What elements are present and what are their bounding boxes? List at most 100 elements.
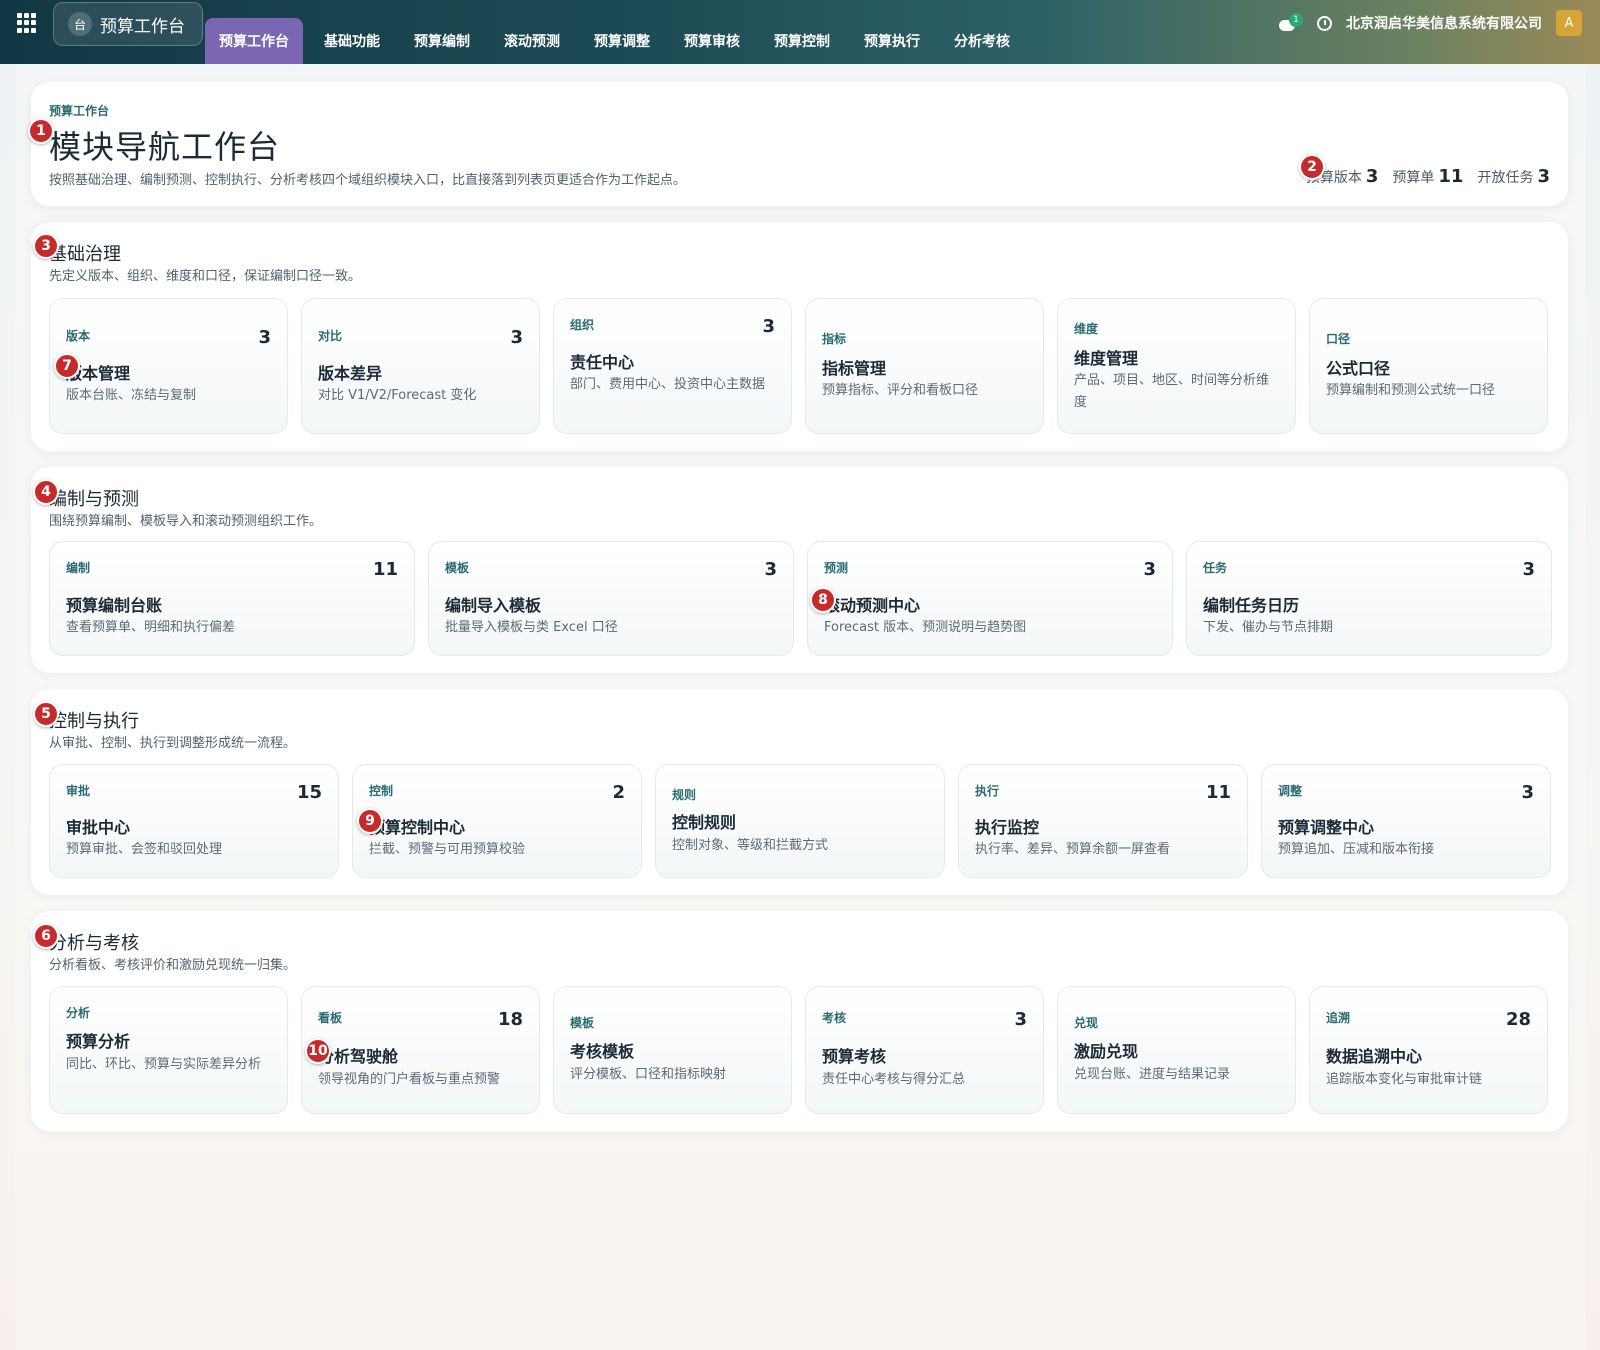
annotation-marker-4: 4 [33,479,59,505]
tile-adjustment-center[interactable]: 调整 3 预算调整中心 预算追加、压减和版本衔接 [1261,764,1551,878]
tab-budget-adjustment[interactable]: 预算调整 [581,18,663,64]
clock-icon[interactable] [1317,15,1332,31]
tile-formula-caliber[interactable]: 口径 公式口径 预算编制和预测公式统一口径 [1309,298,1548,434]
tile-description: Forecast 版本、预测说明与趋势图 [824,620,1027,635]
tile-description: 兑现台账、进度与结果记录 [1074,1067,1231,1082]
tile-tag: 口径 [1326,332,1351,346]
tile-name: 审批中心 [66,818,131,837]
breadcrumb[interactable]: 预算工作台 [49,102,109,119]
stat-budget-orders: 预算单 11 [1392,166,1464,187]
tile-description: 控制对象、等级和拦截方式 [672,838,829,853]
tile-preparation-ledger[interactable]: 编制 11 预算编制台账 查看预算单、明细和执行偏差 [49,541,415,656]
page-title: 模块导航工作台 [49,128,281,166]
tile-tag: 考核 [822,1011,847,1025]
tile-tag: 分析 [66,1006,91,1020]
tile-tag: 看板 [318,1011,343,1025]
tile-description: 领导视角的门户看板与重点预警 [318,1072,501,1087]
module-tiles: 分析 预算分析 同比、环比、预算与实际差异分析 看板 18 分析驾驶舱 领导视角… [49,986,1548,1114]
tab-basic-functions[interactable]: 基础功能 [311,18,393,64]
section-title: 分析与考核 [49,933,139,954]
tile-description: 版本台账、冻结与复制 [66,388,197,403]
tile-description: 执行率、差异、预算余额一屏查看 [975,842,1171,857]
tile-count: 3 [1521,782,1534,803]
tile-tag: 指标 [822,332,847,346]
tile-count: 11 [372,559,398,580]
annotation-marker-6: 6 [33,923,59,949]
tile-count: 3 [1143,559,1156,580]
tile-name: 预算编制台账 [66,596,163,615]
tab-budget-preparation[interactable]: 预算编制 [401,18,483,64]
tile-data-trace-center[interactable]: 追溯 28 数据追溯中心 追踪版本变化与审批审计链 [1309,986,1548,1114]
tile-approval-center[interactable]: 审批 15 审批中心 预算审批、会签和驳回处理 [49,764,339,878]
tile-budget-control-center[interactable]: 控制 2 预算控制中心 拦截、预警与可用预算校验 [352,764,642,878]
tile-tag: 版本 [66,329,91,343]
tile-description: 同比、环比、预算与实际差异分析 [66,1057,262,1072]
tile-tag: 预测 [824,561,849,575]
tile-count: 3 [258,327,271,348]
tile-description: 评分模板、口径和指标映射 [570,1067,727,1082]
tile-tag: 规则 [672,788,697,802]
tile-execution-monitor[interactable]: 执行 11 执行监控 执行率、差异、预算余额一屏查看 [958,764,1248,878]
tile-tag: 维度 [1074,322,1099,336]
tile-assessment-template[interactable]: 模板 考核模板 评分模板、口径和指标映射 [553,986,792,1114]
tile-indicator-management[interactable]: 指标 指标管理 预算指标、评分和看板口径 [805,298,1044,434]
tile-count: 11 [1205,782,1231,803]
tile-dimension-management[interactable]: 维度 维度管理 产品、项目、地区、时间等分析维度 [1057,298,1296,434]
tile-tag: 追溯 [1326,1011,1351,1025]
tile-version-management[interactable]: 版本 3 版本管理 版本台账、冻结与复制 [49,298,288,434]
tile-count: 15 [296,782,322,803]
tile-tag: 执行 [975,784,1000,798]
tile-name: 预算调整中心 [1278,818,1375,837]
tab-budget-review[interactable]: 预算审核 [671,18,753,64]
tile-task-calendar[interactable]: 任务 3 编制任务日历 下发、催办与节点排期 [1186,541,1552,656]
app-grid-icon[interactable] [17,13,37,33]
top-navigation-bar: 台 预算工作台 预算工作台 基础功能 预算编制 滚动预测 预算调整 预算审核 预… [0,0,1600,64]
tile-name: 编制导入模板 [445,596,542,615]
tile-tag: 模板 [570,1016,595,1030]
tile-description: 拦截、预警与可用预算校验 [369,842,526,857]
workbench-header-card: 预算工作台 模块导航工作台 按照基础治理、编制预测、控制执行、分析考核四个域组织… [31,82,1568,206]
section-description: 分析看板、考核评价和激励兑现统一归集。 [49,958,297,973]
section-analysis-assessment: 分析与考核 分析看板、考核评价和激励兑现统一归集。 分析 预算分析 同比、环比、… [31,911,1568,1131]
tile-incentive-fulfillment[interactable]: 兑现 激励兑现 兑现台账、进度与结果记录 [1057,986,1296,1114]
tile-name: 预算考核 [822,1047,887,1066]
section-description: 围绕预算编制、模板导入和滚动预测组织工作。 [49,514,323,529]
tile-control-rules[interactable]: 规则 控制规则 控制对象、等级和拦截方式 [655,764,945,878]
tile-responsibility-center[interactable]: 组织 3 责任中心 部门、费用中心、投资中心主数据 [553,298,792,434]
tile-version-diff[interactable]: 对比 3 版本差异 对比 V1/V2/Forecast 变化 [301,298,540,434]
tile-name: 数据追溯中心 [1326,1047,1423,1066]
tile-name: 维度管理 [1074,349,1139,368]
chat-icon[interactable]: 1 [1277,12,1303,34]
tile-tag: 审批 [66,784,91,798]
annotation-marker-8: 8 [810,587,836,613]
tile-tag: 组织 [570,318,595,332]
tile-description: 部门、费用中心、投资中心主数据 [570,377,766,392]
company-name[interactable]: 北京润启华美信息系统有限公司 [1346,13,1542,33]
tile-count: 18 [497,1009,523,1030]
tile-analysis-cockpit[interactable]: 看板 18 分析驾驶舱 领导视角的门户看板与重点预警 [301,986,540,1114]
annotation-marker-2: 2 [1299,154,1325,180]
tile-count: 2 [612,782,625,803]
avatar[interactable]: A [1556,10,1582,36]
tile-rolling-forecast-center[interactable]: 预测 3 滚动预测中心 Forecast 版本、预测说明与趋势图 [807,541,1173,656]
tab-rolling-forecast[interactable]: 滚动预测 [491,18,573,64]
tab-analysis-assessment[interactable]: 分析考核 [941,18,1023,64]
tab-budget-control[interactable]: 预算控制 [761,18,843,64]
module-tiles: 编制 11 预算编制台账 查看预算单、明细和执行偏差 模板 3 编制导入模板 批… [49,541,1552,656]
tab-budget-execution[interactable]: 预算执行 [851,18,933,64]
app-switcher[interactable]: 台 预算工作台 [53,2,203,46]
tile-name: 预算控制中心 [369,818,466,837]
tile-budget-assessment[interactable]: 考核 3 预算考核 责任中心考核与得分汇总 [805,986,1044,1114]
tile-description: 预算编制和预测公式统一口径 [1326,383,1496,398]
top-right-tools: 1 北京润启华美信息系统有限公司 A [1277,10,1582,36]
tab-budget-workbench[interactable]: 预算工作台 [205,18,303,64]
tile-budget-analysis[interactable]: 分析 预算分析 同比、环比、预算与实际差异分析 [49,986,288,1114]
module-tiles: 版本 3 版本管理 版本台账、冻结与复制 对比 3 版本差异 对比 V1/V2/… [49,298,1548,434]
tile-description: 查看预算单、明细和执行偏差 [66,620,236,635]
tile-description: 产品、项目、地区、时间等分析维度 [1074,373,1270,410]
tile-import-template[interactable]: 模板 3 编制导入模板 批量导入模板与类 Excel 口径 [428,541,794,656]
tile-tag: 兑现 [1074,1016,1099,1030]
tile-description: 预算追加、压减和版本衔接 [1278,842,1435,857]
tile-name: 滚动预测中心 [824,596,921,615]
tile-name: 考核模板 [570,1042,635,1061]
